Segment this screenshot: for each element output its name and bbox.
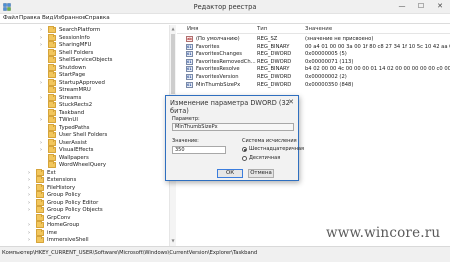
menu-bar: Файл Правка Вид Избранное Справка xyxy=(0,14,450,24)
folder-icon xyxy=(48,161,56,168)
radio-hex-label: Шестнадцатеричная xyxy=(249,146,305,152)
expand-chevron-icon[interactable]: › xyxy=(40,41,42,49)
folder-icon xyxy=(48,123,56,131)
maximize-button[interactable]: ☐ xyxy=(411,0,431,13)
expand-chevron-icon[interactable]: › xyxy=(28,206,30,214)
column-value-header[interactable]: Значение xyxy=(305,26,332,32)
folder-icon xyxy=(48,71,56,78)
expand-chevron-icon[interactable]: › xyxy=(40,146,42,154)
registry-tree[interactable]: › SearchPlatform › SessionInfo › SharingMFU Sh… xyxy=(0,25,176,246)
radio-hexadecimal[interactable]: Шестнадцатеричная xyxy=(242,146,304,153)
dialog-title: Изменение параметра DWORD (32 бита) xyxy=(170,99,290,115)
title-bar: Редактор реестра — ☐ ✕ xyxy=(0,0,450,14)
watermark: www.wincore.ru xyxy=(326,225,441,241)
folder-icon xyxy=(48,101,56,108)
minimize-button[interactable]: — xyxy=(392,0,412,13)
radio-unselected-icon[interactable] xyxy=(242,156,247,161)
param-label: Параметр: xyxy=(172,116,200,122)
radio-decimal[interactable]: Десятичная xyxy=(242,155,298,162)
tree-item-label: WordWheelQuery xyxy=(59,162,107,168)
scroll-up-icon[interactable]: ▲ xyxy=(170,26,176,31)
folder-icon xyxy=(48,131,56,138)
binary-value-icon: 011 xyxy=(186,43,193,50)
folder-icon xyxy=(48,78,56,86)
scroll-down-icon[interactable]: ▼ xyxy=(170,238,176,243)
folder-icon xyxy=(48,116,56,123)
folder-icon xyxy=(48,138,56,146)
folder-icon xyxy=(48,146,56,153)
registry-path: Компьютер\HKEY_CURRENT_USER\Software\Mic… xyxy=(2,250,258,256)
folder-icon xyxy=(48,48,56,56)
folder-icon xyxy=(36,183,44,191)
binary-value-icon: 011 xyxy=(186,66,193,73)
status-bar: Компьютер\HKEY_CURRENT_USER\Software\Mic… xyxy=(0,246,450,262)
values-header: Имя Тип Значение xyxy=(177,25,450,34)
column-type-header[interactable]: Тип xyxy=(257,26,267,32)
value-label: Значение: xyxy=(172,138,199,144)
folder-icon xyxy=(48,56,56,63)
menu-help[interactable]: Справка xyxy=(85,15,110,21)
column-name-header[interactable]: Имя xyxy=(187,26,198,32)
folder-icon xyxy=(36,176,44,183)
value-name: MinThumbSizePx xyxy=(196,81,241,88)
value-type: REG_DWORD xyxy=(257,81,292,88)
tree-item-label: ImmersiveShell xyxy=(47,237,89,243)
ok-button[interactable]: ОК xyxy=(217,169,243,178)
folder-icon xyxy=(48,63,56,71)
scroll-thumb[interactable] xyxy=(171,34,175,94)
value-row[interactable]: 011MinThumbSizePx REG_DWORD 0x00000350 (84… xyxy=(177,81,450,89)
menu-view[interactable]: Вид xyxy=(42,15,53,21)
menu-edit[interactable]: Правка xyxy=(19,15,40,21)
binary-value-icon: 011 xyxy=(186,81,193,88)
menu-favorites[interactable]: Избранное xyxy=(54,15,86,21)
close-button[interactable]: ✕ xyxy=(430,0,450,13)
folder-icon xyxy=(48,26,56,33)
expand-chevron-icon[interactable]: › xyxy=(40,79,42,87)
folder-icon xyxy=(48,86,56,93)
folder-icon xyxy=(36,213,44,221)
folder-icon xyxy=(36,228,44,236)
expand-chevron-icon[interactable]: › xyxy=(40,116,42,124)
dialog-close-icon[interactable]: ✕ xyxy=(288,98,294,106)
edit-dword-dialog: Изменение параметра DWORD (32 бита) ✕ Па… xyxy=(165,95,304,181)
binary-value-icon: 011 xyxy=(186,74,193,80)
folder-icon xyxy=(48,153,56,161)
folder-icon xyxy=(48,93,56,101)
string-value-icon: ab xyxy=(186,36,193,42)
folder-icon xyxy=(48,108,56,116)
binary-value-icon: 011 xyxy=(186,51,193,58)
binary-value-icon: 011 xyxy=(186,58,193,65)
folder-icon xyxy=(48,33,56,41)
value-input[interactable]: 350 xyxy=(172,146,226,154)
value-data: 0x00000350 (848) xyxy=(305,81,354,88)
param-name-field: MinThumbSizePx xyxy=(172,123,294,131)
folder-icon xyxy=(36,236,44,243)
radio-dec-label: Десятичная xyxy=(249,155,281,161)
folder-icon xyxy=(36,191,44,198)
folder-icon xyxy=(48,41,56,48)
radio-selected-icon[interactable] xyxy=(242,147,247,152)
folder-icon xyxy=(36,221,44,228)
expand-chevron-icon[interactable]: › xyxy=(40,94,42,102)
folder-icon xyxy=(36,206,44,213)
cancel-button[interactable]: Отмена xyxy=(248,169,274,178)
window-title: Редактор реестра xyxy=(193,3,257,11)
folder-icon xyxy=(36,168,44,176)
menu-file[interactable]: Файл xyxy=(3,15,18,21)
expand-chevron-icon[interactable]: › xyxy=(28,236,30,244)
number-base-label: Система исчисления xyxy=(242,138,297,144)
folder-icon xyxy=(36,198,44,206)
